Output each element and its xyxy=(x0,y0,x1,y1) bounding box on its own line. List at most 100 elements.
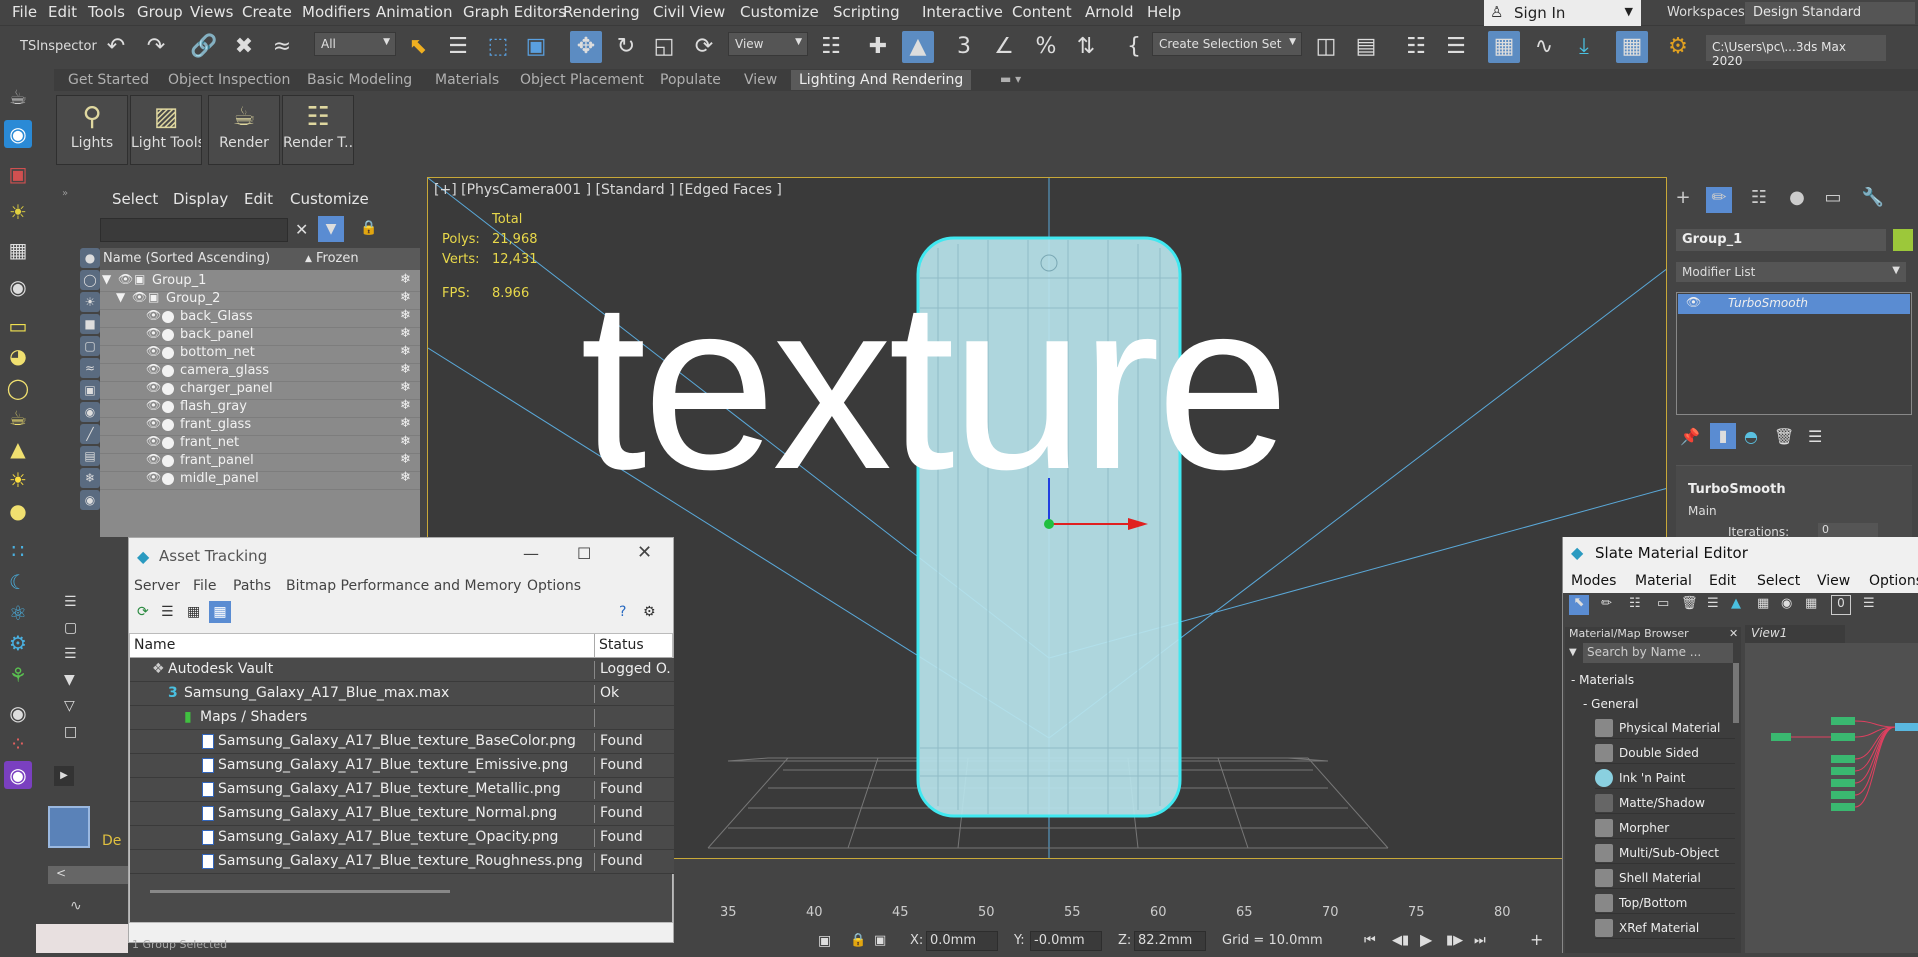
freeze-icon[interactable]: ❄ xyxy=(400,362,411,377)
slate-menu-material[interactable]: Material xyxy=(1635,573,1692,589)
material-node[interactable] xyxy=(1895,723,1918,731)
left-arrow-icon[interactable]: < xyxy=(56,866,66,880)
lights-button[interactable]: ⚲ Lights xyxy=(56,95,128,165)
list-item[interactable]: Shell Material xyxy=(1595,867,1735,889)
help-icon[interactable]: ? xyxy=(619,604,626,620)
spinner-snap-icon[interactable]: ⇅ xyxy=(1070,31,1102,63)
dome-icon[interactable]: ◕ xyxy=(4,342,32,370)
goto-end-icon[interactable]: ⏭ xyxy=(1474,933,1486,948)
table-row[interactable]: Samsung_Galaxy_A17_Blue_texture_BaseColo… xyxy=(130,730,674,754)
assign-material-icon[interactable]: ☷ xyxy=(1629,596,1641,611)
eye-icon[interactable]: 👁 xyxy=(146,398,161,412)
horizontal-scrollbar[interactable] xyxy=(150,890,450,893)
table-row[interactable]: Samsung_Galaxy_A17_Blue_texture_Opacity.… xyxy=(130,826,674,850)
goto-start-icon[interactable]: ⏮ xyxy=(1364,933,1376,948)
create-tab-icon[interactable]: + xyxy=(1670,187,1696,213)
ribbon-options-icon[interactable]: ▬ ▾ xyxy=(1000,72,1021,86)
iterations-spinner[interactable]: 0 xyxy=(1818,523,1878,537)
remove-modifier-icon[interactable]: 🗑 xyxy=(1774,427,1794,446)
list-item[interactable]: Double Sided xyxy=(1595,742,1735,764)
slate-menu-modes[interactable]: Modes xyxy=(1571,573,1616,589)
menu-group[interactable]: Group xyxy=(137,3,183,21)
list-view-icon[interactable]: ☰ xyxy=(161,604,174,620)
snaps-toggle-icon[interactable]: 3 xyxy=(948,31,980,63)
node-view[interactable] xyxy=(1745,643,1918,953)
eye-icon[interactable]: 👁 xyxy=(146,452,161,466)
project-path-field[interactable]: C:\Users\pc\...3ds Max 2020 xyxy=(1706,35,1886,68)
column-frozen-header[interactable]: Frozen xyxy=(316,251,359,266)
box-icon[interactable]: ▭ xyxy=(4,312,32,340)
time-slider-track[interactable]: 35 40 45 50 55 60 65 70 75 80 xyxy=(674,902,1562,924)
material-node[interactable] xyxy=(1831,803,1855,811)
render-icon[interactable]: ▦ xyxy=(4,236,32,264)
play-icon[interactable]: ▶ xyxy=(1420,930,1432,949)
settings-icon[interactable]: ⚙ xyxy=(643,604,656,620)
eye-icon[interactable]: 👁 xyxy=(146,380,161,394)
list-item[interactable]: Physical Material xyxy=(1595,717,1735,739)
dots-grid-icon[interactable]: ∷ xyxy=(4,537,32,565)
show-map-icon[interactable]: ▦ xyxy=(1757,596,1769,611)
list-item[interactable]: Top/Bottom xyxy=(1595,892,1735,914)
light-tools-button[interactable]: ▨ Light Tools xyxy=(130,95,202,165)
page-icon[interactable]: ▢ xyxy=(64,620,77,636)
display-helpers-icon[interactable]: ▢ xyxy=(80,336,100,356)
percent-snap-icon[interactable]: % xyxy=(1030,31,1062,63)
expand-arrow-icon[interactable]: ▼ xyxy=(116,290,125,304)
gear-blue-icon[interactable]: ⚙ xyxy=(4,629,32,657)
freeze-icon[interactable]: ❄ xyxy=(400,290,411,305)
material-node[interactable] xyxy=(1831,767,1855,775)
angle-snap-icon[interactable]: ∠ xyxy=(988,31,1020,63)
column-name-header[interactable]: Name (Sorted Ascending) xyxy=(103,251,270,266)
list-item[interactable]: 👁 midle_panel ❄ xyxy=(100,468,420,490)
show-end-result-icon[interactable]: ▮ xyxy=(1710,423,1736,449)
eye-icon[interactable]: 👁 xyxy=(146,434,161,448)
freeze-icon[interactable]: ❄ xyxy=(400,308,411,323)
slate-menu-options[interactable]: Options xyxy=(1869,573,1918,589)
close-icon[interactable]: ✕ xyxy=(1729,627,1738,640)
freeze-icon[interactable]: ❄ xyxy=(400,326,411,341)
keyboard-shortcut-icon[interactable]: ▲ xyxy=(902,31,934,63)
display-tab-icon[interactable]: ▭ xyxy=(1820,187,1846,213)
asset-menu-paths[interactable]: Paths xyxy=(233,578,271,594)
maximize-icon[interactable]: ☐ xyxy=(577,544,591,563)
table-row[interactable]: ▮ Maps / Shaders xyxy=(130,706,674,730)
eye-icon[interactable]: 👁 xyxy=(146,362,161,376)
background-icon[interactable]: ◉ xyxy=(1781,596,1792,611)
display-shapes-icon[interactable]: ◯ xyxy=(80,270,100,290)
close-icon[interactable]: ✕ xyxy=(637,542,652,563)
display-hidden-icon[interactable]: ◉ xyxy=(80,490,100,510)
atom-icon[interactable]: ⚛ xyxy=(4,599,32,627)
slate-menu-select[interactable]: Select xyxy=(1757,573,1800,589)
eye-icon[interactable]: 👁 xyxy=(146,416,161,430)
freeze-icon[interactable]: ❄ xyxy=(400,416,411,431)
chevron-down-icon[interactable]: ▼ xyxy=(1569,647,1577,658)
menu-graph-editors[interactable]: Graph Editors xyxy=(463,3,566,21)
filter2-icon[interactable]: ▼ xyxy=(64,672,75,688)
material-search-input[interactable]: Search by Name ... xyxy=(1583,643,1733,663)
pin-stack-icon[interactable]: 📌 xyxy=(1680,427,1700,446)
viewport-thumbnail[interactable] xyxy=(48,806,90,848)
display-bones-icon[interactable]: ╱ xyxy=(80,424,100,444)
geosphere-icon[interactable]: ● xyxy=(4,497,32,525)
display-groups-icon[interactable]: ▣ xyxy=(80,380,100,400)
teapot-yellow-icon[interactable]: ☕ xyxy=(4,404,32,432)
asset-menu-file[interactable]: File xyxy=(193,578,216,594)
table-row[interactable]: ❖ Autodesk Vault Logged O... xyxy=(130,658,674,682)
filter-icon[interactable]: ▼ xyxy=(318,216,344,242)
move-children-icon[interactable]: ☰ xyxy=(1707,596,1719,611)
expand-arrow-icon[interactable]: ▼ xyxy=(102,272,111,286)
material-node[interactable] xyxy=(1771,733,1791,741)
ts-inspector-label[interactable]: TSInspector xyxy=(20,39,97,54)
scene-search-input[interactable] xyxy=(100,218,288,242)
bind-spacewarp-icon[interactable]: ≈ xyxy=(266,31,298,63)
tab-view1[interactable]: View1 xyxy=(1745,625,1845,643)
curve-mini-icon[interactable]: ∿ xyxy=(70,898,82,914)
eye-icon[interactable]: 👁 xyxy=(118,272,133,286)
material-node[interactable] xyxy=(1831,733,1855,741)
motion-tab-icon[interactable]: ● xyxy=(1784,187,1810,213)
scale-icon[interactable]: ◱ xyxy=(648,31,680,63)
table-row[interactable]: Samsung_Galaxy_A17_Blue_texture_Normal.p… xyxy=(130,802,674,826)
list-item[interactable]: Morpher xyxy=(1595,817,1735,839)
camera-icon[interactable]: ◉ xyxy=(4,273,32,301)
material-node[interactable] xyxy=(1831,791,1855,799)
